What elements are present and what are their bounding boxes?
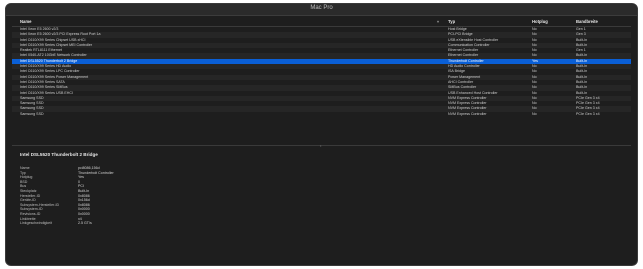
system-info-window: Mac Pro Name ▾ Typ Hotplug Bandbreite In… — [5, 3, 638, 266]
column-header-name[interactable]: Name — [20, 18, 430, 26]
cell-type: NVM Express Controller — [448, 111, 487, 116]
cell-hotplug: No — [532, 111, 537, 116]
sort-chevron-icon: ▾ — [437, 19, 440, 24]
cell-bandwidth: PCIe Gen 3 x4 — [576, 111, 600, 116]
split-handle-icon[interactable]: • — [320, 143, 324, 148]
table-row[interactable]: Samsung SSD NVM Express Controller No PCIe … — [12, 112, 631, 117]
column-header-bandwidth[interactable]: Bandbreite — [576, 18, 636, 26]
table-header: Name ▾ Typ Hotplug Bandbreite — [12, 18, 631, 27]
column-header-hotplug[interactable]: Hotplug — [532, 18, 572, 26]
property-key: Linkgeschwindigkeit — [20, 221, 52, 226]
table-body: Intel Xeon E5 2600 v2/3 Host Bridge No Gen … — [12, 27, 631, 117]
title-bar: Mac Pro — [6, 4, 637, 16]
property-list: Name pci8086,156d Typ Thunderbolt Controlle… — [20, 166, 320, 226]
detail-title: Intel DSL5520 Thunderbolt 2 Bridge — [20, 152, 98, 157]
device-table[interactable]: Name ▾ Typ Hotplug Bandbreite Intel Xeon… — [12, 18, 631, 142]
property-value: 2.5 GT/s — [78, 221, 92, 226]
window-title: Mac Pro — [310, 5, 333, 11]
column-header-type[interactable]: Typ — [448, 18, 526, 26]
detail-pane: Intel DSL5520 Thunderbolt 2 Bridge Name p… — [20, 152, 320, 262]
property-row: Linkgeschwindigkeit 2.5 GT/s — [20, 221, 320, 226]
cell-name: Samsung SSD — [20, 111, 44, 116]
